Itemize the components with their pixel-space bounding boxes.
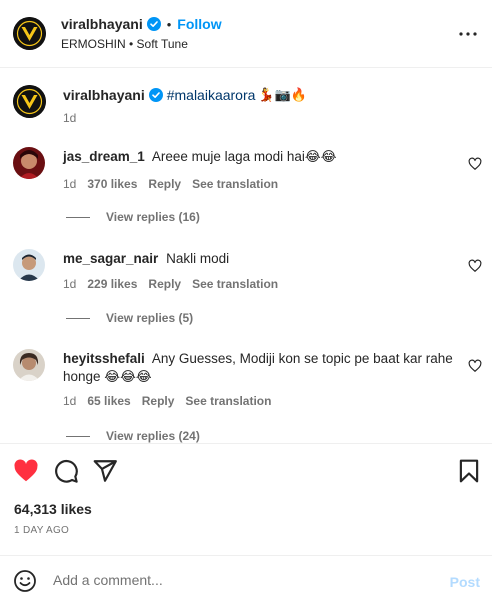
see-translation-link[interactable]: See translation xyxy=(192,277,278,291)
comment-text: Nakli modi xyxy=(166,251,230,266)
more-options-icon[interactable] xyxy=(456,22,480,46)
comment-composer: Post xyxy=(0,555,492,598)
post-timestamp: 1 DAY AGO xyxy=(14,525,70,536)
comment-text: Areee muje laga modi hai😂😂 xyxy=(151,149,337,164)
comment-username[interactable]: me_sagar_nair xyxy=(63,251,158,266)
reply-button[interactable]: Reply xyxy=(148,177,181,191)
comment-meta: 1d 370 likes Reply See translation xyxy=(63,177,278,191)
view-replies-button[interactable]: View replies (16) xyxy=(66,210,200,224)
verified-badge-icon xyxy=(148,88,163,102)
follow-button[interactable]: Follow xyxy=(177,16,221,32)
caption-emojis: 💃📷🔥 xyxy=(258,87,307,102)
comment-username[interactable]: heyitsshefali xyxy=(63,351,145,366)
caption-hashtag[interactable]: #malaikaarora xyxy=(167,87,256,103)
replies-divider xyxy=(66,435,90,437)
caption-username[interactable]: viralbhayani xyxy=(63,87,145,103)
post-button[interactable]: Post xyxy=(450,574,480,590)
liked-heart-icon[interactable] xyxy=(13,458,39,484)
post-actions: 64,313 likes 1 DAY AGO xyxy=(0,443,492,554)
save-bookmark-icon[interactable] xyxy=(456,458,482,484)
comment-username[interactable]: jas_dream_1 xyxy=(63,149,145,164)
emoji-smiley-icon[interactable] xyxy=(13,569,37,593)
view-replies-button[interactable]: View replies (24) xyxy=(66,429,200,443)
like-comment-heart-icon[interactable] xyxy=(468,157,482,171)
replies-divider xyxy=(66,317,90,319)
commenter-avatar[interactable] xyxy=(13,249,45,281)
caption-avatar[interactable] xyxy=(13,85,46,118)
author-avatar[interactable] xyxy=(13,17,46,50)
share-send-icon[interactable] xyxy=(92,458,118,484)
caption-time: 1d xyxy=(63,111,77,125)
separator-dot: • xyxy=(166,16,172,32)
verified-badge-icon xyxy=(146,17,161,31)
author-username[interactable]: viralbhayani xyxy=(61,16,143,32)
comments-section[interactable]: viralbhayani #malaikaarora 💃📷🔥 1d jas_dr… xyxy=(0,69,492,443)
post-caption: viralbhayani #malaikaarora 💃📷🔥 1d xyxy=(0,69,492,139)
audio-label[interactable]: ERMOSHIN • Soft Tune xyxy=(61,37,188,51)
comment-input[interactable] xyxy=(53,567,433,593)
like-comment-heart-icon[interactable] xyxy=(468,359,482,373)
view-replies-label: View replies (5) xyxy=(106,311,194,325)
like-comment-heart-icon[interactable] xyxy=(468,259,482,273)
likes-count[interactable]: 64,313 likes xyxy=(14,501,92,517)
see-translation-link[interactable]: See translation xyxy=(192,177,278,191)
comment-meta: 1d 229 likes Reply See translation xyxy=(63,277,278,291)
comment-likes[interactable]: 229 likes xyxy=(87,277,137,291)
view-replies-label: View replies (24) xyxy=(106,429,200,443)
replies-divider xyxy=(66,216,90,218)
view-replies-label: View replies (16) xyxy=(106,210,200,224)
comment-likes[interactable]: 370 likes xyxy=(87,177,137,191)
commenter-avatar[interactable] xyxy=(13,147,45,179)
comment-time: 1d xyxy=(63,177,77,191)
view-replies-button[interactable]: View replies (5) xyxy=(66,311,193,325)
comment-time: 1d xyxy=(63,277,77,291)
reply-button[interactable]: Reply xyxy=(142,394,175,408)
comment-time: 1d xyxy=(63,394,77,408)
commenter-avatar[interactable] xyxy=(13,349,45,381)
reply-button[interactable]: Reply xyxy=(148,277,181,291)
see-translation-link[interactable]: See translation xyxy=(185,394,271,408)
comment-likes[interactable]: 65 likes xyxy=(87,394,130,408)
comment-bubble-icon[interactable] xyxy=(53,458,79,484)
comment-meta: 1d 65 likes Reply See translation xyxy=(63,394,271,408)
post-header: viralbhayani • Follow ERMOSHIN • Soft Tu… xyxy=(0,0,492,68)
